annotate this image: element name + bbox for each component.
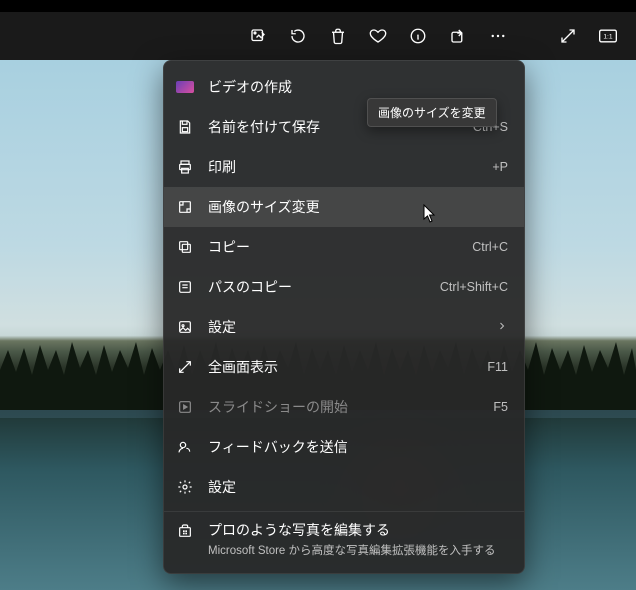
- menu-label: ビデオの作成: [208, 77, 508, 97]
- menu-pro-editing-promo[interactable]: プロのような写真を編集する Microsoft Store から高度な写真編集拡…: [164, 511, 524, 567]
- menu-label: フィードバックを送信: [208, 437, 508, 457]
- edit-button[interactable]: [240, 18, 276, 54]
- rotate-button[interactable]: [280, 18, 316, 54]
- delete-button[interactable]: [320, 18, 356, 54]
- store-icon: [176, 522, 194, 540]
- menu-fullscreen[interactable]: 全画面表示 F11: [164, 347, 524, 387]
- menu-shortcut: F5: [493, 400, 508, 414]
- menu-print[interactable]: 印刷 +P: [164, 147, 524, 187]
- menu-label: パスのコピー: [208, 277, 426, 297]
- copy-icon: [176, 238, 194, 256]
- expand-icon: [176, 358, 194, 376]
- printer-icon: [176, 158, 194, 176]
- menu-label: コピー: [208, 237, 458, 257]
- tooltip-resize: 画像のサイズを変更: [367, 98, 497, 127]
- picture-icon: [176, 318, 194, 336]
- menu-label: 印刷: [208, 157, 478, 177]
- copy-path-icon: [176, 278, 194, 296]
- svg-text:1:1: 1:1: [603, 34, 613, 41]
- more-options-menu: ビデオの作成 名前を付けて保存 Ctrl+S 印刷 +P 画像のサイズ変更 コピ…: [163, 60, 525, 574]
- menu-label: 設定: [208, 477, 508, 497]
- feedback-icon: [176, 438, 194, 456]
- menu-label: 設定: [208, 317, 482, 337]
- gear-icon: [176, 478, 194, 496]
- info-button[interactable]: [400, 18, 436, 54]
- resize-icon: [176, 198, 194, 216]
- menu-label: 画像のサイズ変更: [208, 197, 508, 217]
- menu-set-as[interactable]: 設定: [164, 307, 524, 347]
- menu-shortcut: Ctrl+C: [472, 240, 508, 254]
- save-icon: [176, 118, 194, 136]
- more-button[interactable]: [480, 18, 516, 54]
- share-button[interactable]: [440, 18, 476, 54]
- enter-fullscreen-button[interactable]: [550, 18, 586, 54]
- menu-copy-path[interactable]: パスのコピー Ctrl+Shift+C: [164, 267, 524, 307]
- menu-label: 全画面表示: [208, 357, 473, 377]
- toolbar: 1:1: [0, 12, 636, 60]
- promo-subtitle: Microsoft Store から高度な写真編集拡張機能を入手する: [208, 542, 496, 558]
- actual-size-button[interactable]: 1:1: [590, 18, 626, 54]
- menu-shortcut: +P: [492, 160, 508, 174]
- video-thumb-icon: [176, 78, 194, 96]
- play-icon: [176, 398, 194, 416]
- menu-shortcut: Ctrl+Shift+C: [440, 280, 508, 294]
- promo-title: プロのような写真を編集する: [208, 520, 496, 540]
- menu-feedback[interactable]: フィードバックを送信: [164, 427, 524, 467]
- favorite-button[interactable]: [360, 18, 396, 54]
- menu-settings[interactable]: 設定: [164, 467, 524, 507]
- menu-resize-image[interactable]: 画像のサイズ変更: [164, 187, 524, 227]
- menu-copy[interactable]: コピー Ctrl+C: [164, 227, 524, 267]
- menu-shortcut: F11: [487, 360, 508, 374]
- window-titlebar-fragment: [0, 0, 636, 12]
- menu-slideshow: スライドショーの開始 F5: [164, 387, 524, 427]
- chevron-right-icon: [496, 319, 508, 335]
- menu-label: スライドショーの開始: [208, 397, 479, 417]
